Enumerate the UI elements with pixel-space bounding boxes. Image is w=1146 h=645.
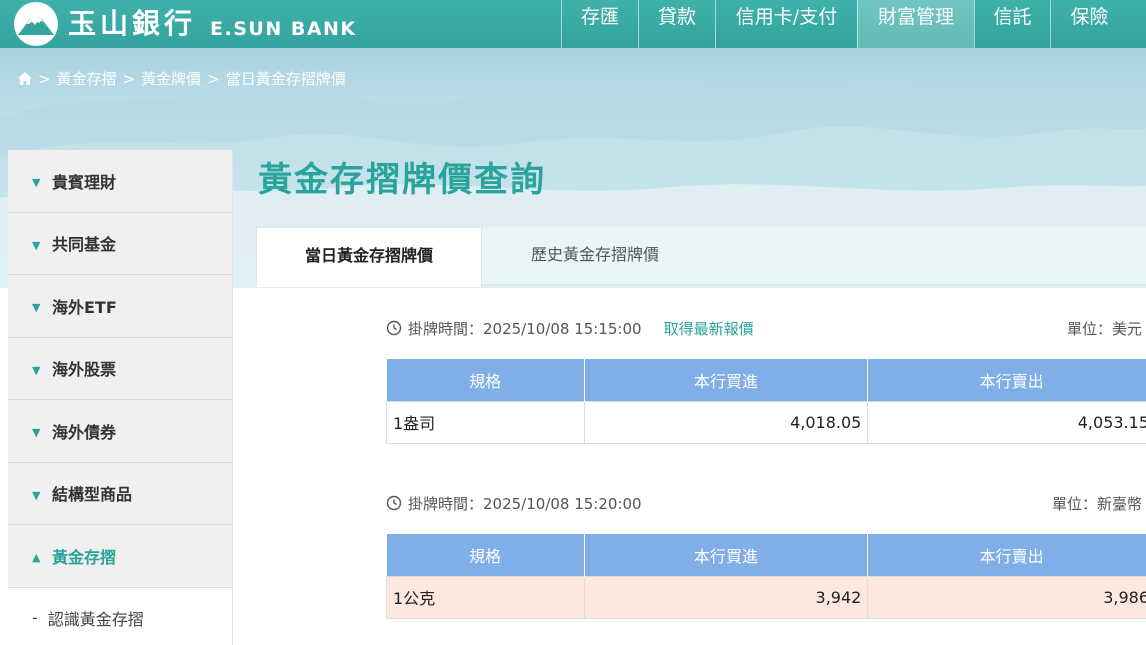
sidebar-item-label: 貴賓理財 [52,172,117,192]
cell-bank-buy: 4,018.05 [583,400,869,444]
refresh-quote-link[interactable]: 取得最新報價 [664,318,754,339]
brand-name-en: E.SUN BANK [210,18,357,40]
usd-quote-time: 掛牌時間：2025/10/08 15:15:00 [408,319,642,338]
sidebar-item-vip-wealth[interactable]: ▼ 貴賓理財 [8,150,232,213]
table-row: 1公克 3,942 3,986 [386,575,1146,619]
column-header-bank-sell: 本行賣出 [867,359,1146,401]
sidebar-item-label: 共同基金 [52,235,117,255]
column-header-bank-sell: 本行賣出 [867,534,1146,576]
brand-logo[interactable]: 玉山銀行 E.SUN BANK [14,2,357,46]
column-header-bank-buy: 本行買進 [584,534,869,576]
sidebar-item-gold-passbook[interactable]: ▲ 黃金存摺 [8,525,232,588]
breadcrumb: > 黃金存摺 > 黃金牌價 > 當日黃金存摺牌價 [18,68,346,89]
topnav-item-trust[interactable]: 信託 [974,0,1050,48]
sidebar-item-overseas-stock[interactable]: ▼ 海外股票 [8,337,232,400]
tab-today-gold-price[interactable]: 當日黃金存摺牌價 [256,227,482,287]
cell-bank-buy: 3,942 [583,575,869,619]
table-header-row: 規格 本行買進 本行賣出 [386,534,1146,576]
chevron-down-icon: ▼ [32,176,41,190]
breadcrumb-item-current: 當日黃金存摺牌價 [225,70,346,88]
chevron-down-icon: ▼ [32,363,41,377]
sidebar-subitem-label: 認識黃金存摺 [47,609,144,629]
topnav-item-deposit[interactable]: 存匯 [561,0,638,48]
sidebar: ▼ 貴賓理財 ▼ 共同基金 ▼ 海外ETF ▼ 海外股票 ▼ 海外債券 ▼ 結構… [8,150,233,645]
breadcrumb-item-gold-passbook[interactable]: 黃金存摺 [57,68,117,89]
chevron-down-icon: ▼ [32,488,41,502]
breadcrumb-item-gold-price[interactable]: 黃金牌價 [141,68,201,89]
twd-price-table: 規格 本行買進 本行賣出 1公克 3,942 3,986 [386,534,1146,619]
tab-bar: 當日黃金存摺牌價 歷史黃金存摺牌價 [256,227,1146,287]
breadcrumb-separator: > [38,69,51,88]
usd-price-table: 規格 本行買進 本行賣出 1盎司 4,018.05 4,053.15 [386,359,1146,444]
chevron-down-icon: ▼ [32,301,41,315]
twd-quote-time: 掛牌時間：2025/10/08 15:20:00 [408,494,642,513]
sidebar-item-mutual-fund[interactable]: ▼ 共同基金 [8,212,232,275]
column-header-spec: 規格 [386,534,585,576]
cell-spec: 1公克 [386,575,585,619]
clock-icon [386,495,402,511]
column-header-bank-buy: 本行買進 [584,359,869,401]
topnav-item-wealth[interactable]: 財富管理 [857,0,974,48]
topnav-item-insurance[interactable]: 保險 [1050,0,1128,48]
chevron-down-icon: ▼ [32,238,41,252]
usd-unit: 單位：美元 [1066,320,1142,338]
twd-unit: 單位：新臺幣 [1051,495,1142,513]
sidebar-item-label: 結構型商品 [52,485,133,505]
sidebar-item-structured-product[interactable]: ▼ 結構型商品 [8,462,232,525]
tab-history-gold-price[interactable]: 歷史黃金存摺牌價 [482,227,708,287]
topnav-item-loan[interactable]: 貸款 [638,0,715,48]
top-header: 玉山銀行 E.SUN BANK 存匯 貸款 信用卡/支付 財富管理 信託 保險 [0,0,1146,48]
chevron-down-icon: ▼ [32,426,41,440]
usd-info-row: 掛牌時間：2025/10/08 15:15:00 取得最新報價 單位：美元 [386,316,1146,340]
dash-icon: - [32,608,38,627]
sidebar-item-overseas-etf[interactable]: ▼ 海外ETF [8,275,232,338]
sidebar-item-label: 黃金存摺 [52,547,117,567]
breadcrumb-separator: > [207,69,220,88]
sidebar-subitem-about-gold-passbook[interactable]: - 認識黃金存摺 [8,587,232,645]
breadcrumb-separator: > [122,69,136,88]
cell-bank-sell: 3,986 [867,575,1146,619]
mountain-logo-icon [14,2,58,46]
sidebar-item-overseas-bond[interactable]: ▼ 海外債券 [8,400,232,463]
sidebar-item-label: 海外股票 [52,360,117,380]
sidebar-item-label: 海外ETF [52,297,117,317]
home-icon[interactable] [18,72,32,85]
table-header-row: 規格 本行買進 本行賣出 [386,359,1146,401]
topnav-item-credit-card[interactable]: 信用卡/支付 [715,0,857,48]
twd-info-row: 掛牌時間：2025/10/08 15:20:00 單位：新臺幣 [386,491,1146,515]
chevron-up-icon: ▲ [32,551,41,565]
column-header-spec: 規格 [386,359,585,401]
top-nav: 存匯 貸款 信用卡/支付 財富管理 信託 保險 [561,0,1128,48]
sidebar-item-label: 海外債券 [52,422,117,442]
clock-icon [386,320,402,336]
brand-name-cn: 玉山銀行 [68,7,197,40]
cell-bank-sell: 4,053.15 [867,400,1146,444]
cell-spec: 1盎司 [386,400,585,444]
page-title: 黃金存摺牌價查詢 [258,160,546,200]
table-row: 1盎司 4,018.05 4,053.15 [386,400,1146,444]
